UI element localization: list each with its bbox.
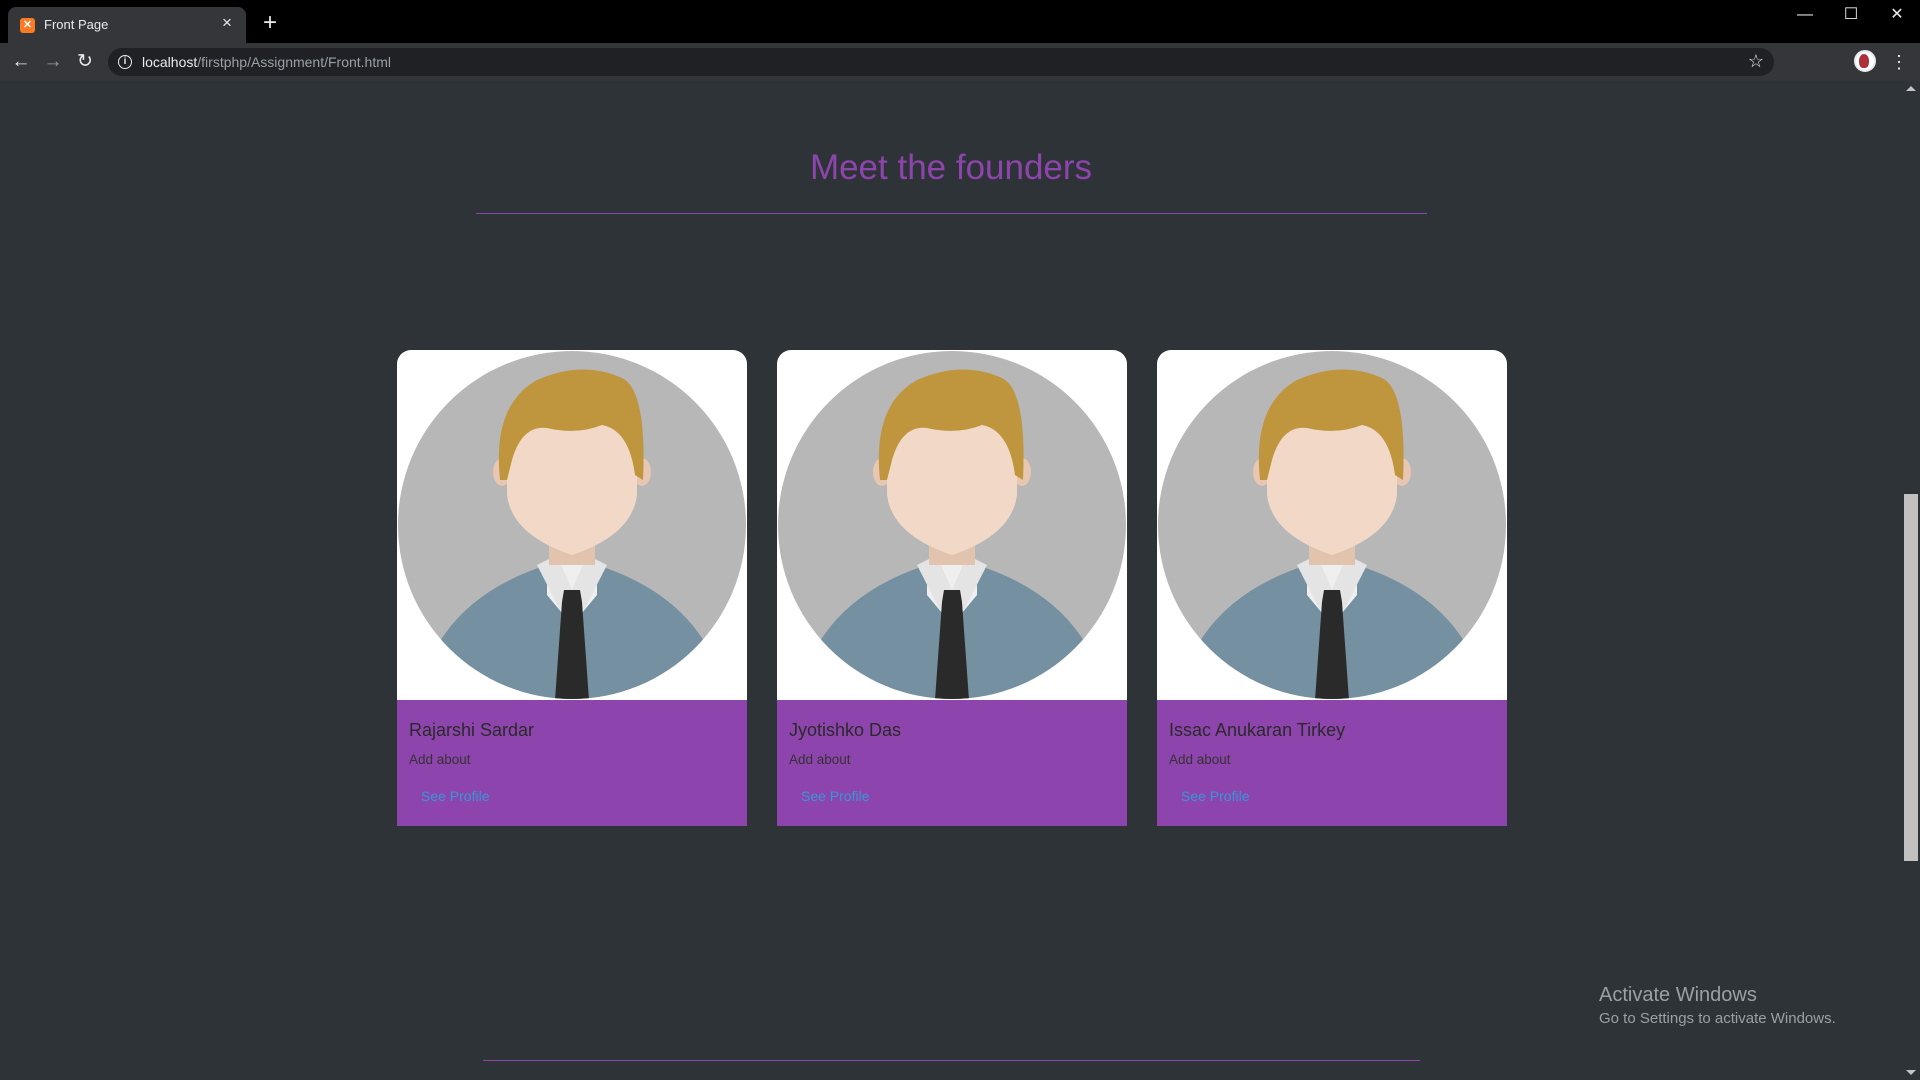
bookmark-star-icon[interactable]: ☆ <box>1748 51 1764 72</box>
back-arrow-icon[interactable]: ← <box>10 51 32 73</box>
founder-about: Add about <box>1169 752 1231 767</box>
minimize-icon[interactable]: — <box>1782 4 1828 26</box>
activate-windows-title: Activate Windows <box>1599 984 1757 1006</box>
see-profile-link[interactable]: See Profile <box>801 788 869 804</box>
activate-windows-subtitle: Go to Settings to activate Windows. <box>1599 1010 1836 1027</box>
founder-about: Add about <box>789 752 851 767</box>
footer-divider <box>483 1060 1420 1061</box>
founder-card: Rajarshi Sardar Add about See Profile <box>397 350 747 826</box>
founder-name: Rajarshi Sardar <box>409 720 535 740</box>
avatar-image <box>1158 351 1506 699</box>
xampp-icon: ✕ <box>20 18 35 33</box>
close-tab-icon[interactable]: × <box>218 14 236 32</box>
scroll-down-arrow-icon[interactable] <box>1906 1070 1916 1075</box>
browser-toolbar: ← → ↻ i localhost/firstphp/Assignment/Fr… <box>0 43 1920 81</box>
founder-card: Issac Anukaran Tirkey Add about See Prof… <box>1157 350 1507 826</box>
maximize-icon[interactable]: ☐ <box>1828 4 1874 26</box>
scroll-thumb[interactable] <box>1904 494 1918 861</box>
more-menu-icon[interactable]: ⋮ <box>1890 51 1908 73</box>
address-bar[interactable]: i localhost/firstphp/Assignment/Front.ht… <box>108 48 1774 76</box>
avatar-image <box>778 351 1126 699</box>
info-icon[interactable]: i <box>118 55 132 69</box>
see-profile-link[interactable]: See Profile <box>421 788 489 804</box>
browser-titlebar: ✕ Front Page × + — ☐ ✕ <box>0 0 1920 43</box>
founder-card: Jyotishko Das Add about See Profile <box>777 350 1127 826</box>
forward-arrow-icon[interactable]: → <box>42 51 64 73</box>
avatar-image <box>398 351 746 699</box>
founder-card-body: Rajarshi Sardar Add about See Profile <box>397 700 747 826</box>
browser-tab[interactable]: ✕ Front Page × <box>8 7 246 43</box>
page-scrollbar[interactable] <box>1902 81 1920 1080</box>
scroll-up-arrow-icon[interactable] <box>1906 86 1916 91</box>
page-title: Meet the founders <box>809 148 1093 187</box>
new-tab-icon[interactable]: + <box>258 11 282 36</box>
profile-avatar-icon[interactable] <box>1854 50 1876 72</box>
founder-name: Jyotishko Das <box>789 720 902 740</box>
see-profile-link[interactable]: See Profile <box>1181 788 1249 804</box>
close-window-icon[interactable]: ✕ <box>1874 4 1920 26</box>
founder-about: Add about <box>409 752 471 767</box>
founder-card-body: Jyotishko Das Add about See Profile <box>777 700 1127 826</box>
founder-name: Issac Anukaran Tirkey <box>1169 720 1346 740</box>
founder-card-body: Issac Anukaran Tirkey Add about See Prof… <box>1157 700 1507 826</box>
url-text: localhost/firstphp/Assignment/Front.html <box>142 54 392 70</box>
reload-icon[interactable]: ↻ <box>74 51 96 73</box>
tab-title: Front Page <box>44 17 109 32</box>
title-divider <box>476 213 1427 214</box>
